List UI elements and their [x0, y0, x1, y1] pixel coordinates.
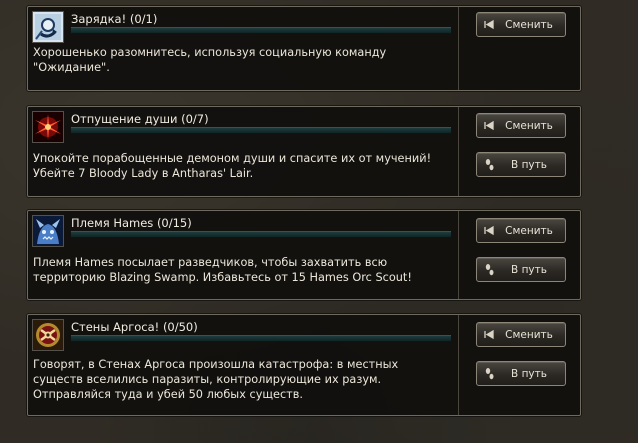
- change-quest-button[interactable]: Сменить: [476, 218, 566, 243]
- soul-burst-icon: [32, 111, 64, 143]
- description-line: Отправляйся туда и убей 50 любых существ…: [33, 388, 304, 401]
- quest-description: Племя Hames посылает разведчиков, чтобы …: [33, 255, 453, 285]
- footstep-icon: [483, 158, 496, 171]
- change-quest-button[interactable]: Сменить: [476, 12, 566, 37]
- description-line: территорию Blazing Swamp. Избавьтесь от …: [33, 271, 412, 284]
- rewind-icon: [483, 328, 496, 341]
- quest-panel: Стены Аргоса! (0/50) Говорят, в Стенах А…: [27, 314, 581, 416]
- panel-divider: [458, 315, 459, 415]
- quest-description: Упокойте порабощенные демоном души и спа…: [33, 151, 453, 181]
- panel-divider: [458, 211, 459, 299]
- go-to-location-button[interactable]: В путь: [476, 152, 566, 177]
- cycle-arrow-icon: [32, 11, 64, 43]
- button-label: Сменить: [505, 329, 553, 341]
- go-to-location-button[interactable]: В путь: [476, 257, 566, 282]
- fortress-emblem-icon: [32, 319, 64, 351]
- quest-progress-bar: [71, 127, 451, 134]
- description-line: "Ожидание".: [33, 61, 110, 74]
- quest-title: Отпущение души (0/7): [71, 112, 209, 126]
- description-line: Упокойте порабощенные демоном души и спа…: [33, 152, 432, 165]
- quest-description: Хорошенько разомнитесь, используя социал…: [33, 45, 453, 75]
- footstep-icon: [483, 263, 496, 276]
- description-line: Говорят, в Стенах Аргоса произошла катас…: [33, 358, 399, 371]
- quest-title: Племя Hames (0/15): [71, 216, 192, 230]
- quest-title: Зарядка! (0/1): [71, 12, 158, 26]
- rewind-icon: [483, 18, 496, 31]
- button-label: В путь: [511, 159, 547, 171]
- quest-panel: Зарядка! (0/1) Хорошенько разомнитесь, и…: [27, 6, 581, 91]
- description-line: Хорошенько разомнитесь, используя социал…: [33, 46, 387, 59]
- orc-face-icon: [32, 215, 64, 247]
- panel-divider: [458, 7, 459, 90]
- description-line: Убейте 7 Bloody Lady в Antharas' Lair.: [33, 167, 254, 180]
- go-to-location-button[interactable]: В путь: [476, 361, 566, 386]
- button-label: Сменить: [505, 225, 553, 237]
- description-line: Племя Hames посылает разведчиков, чтобы …: [33, 256, 388, 269]
- quest-title: Стены Аргоса! (0/50): [71, 320, 198, 334]
- rewind-icon: [483, 224, 496, 237]
- rewind-icon: [483, 119, 496, 132]
- quest-progress-bar: [71, 231, 451, 238]
- quest-progress-bar: [71, 27, 451, 34]
- button-label: В путь: [511, 368, 547, 380]
- footstep-icon: [483, 367, 496, 380]
- button-label: В путь: [511, 264, 547, 276]
- quest-panel: Племя Hames (0/15) Племя Hames посылает …: [27, 210, 581, 300]
- button-label: Сменить: [505, 19, 553, 31]
- quest-progress-bar: [71, 335, 451, 342]
- change-quest-button[interactable]: Сменить: [476, 322, 566, 347]
- button-label: Сменить: [505, 120, 553, 132]
- quest-description: Говорят, в Стенах Аргоса произошла катас…: [33, 357, 453, 402]
- description-line: существ вселились паразиты, контролирующ…: [33, 373, 382, 386]
- quest-panel: Отпущение души (0/7) Упокойте порабощенн…: [27, 106, 581, 197]
- panel-divider: [458, 107, 459, 196]
- change-quest-button[interactable]: Сменить: [476, 113, 566, 138]
